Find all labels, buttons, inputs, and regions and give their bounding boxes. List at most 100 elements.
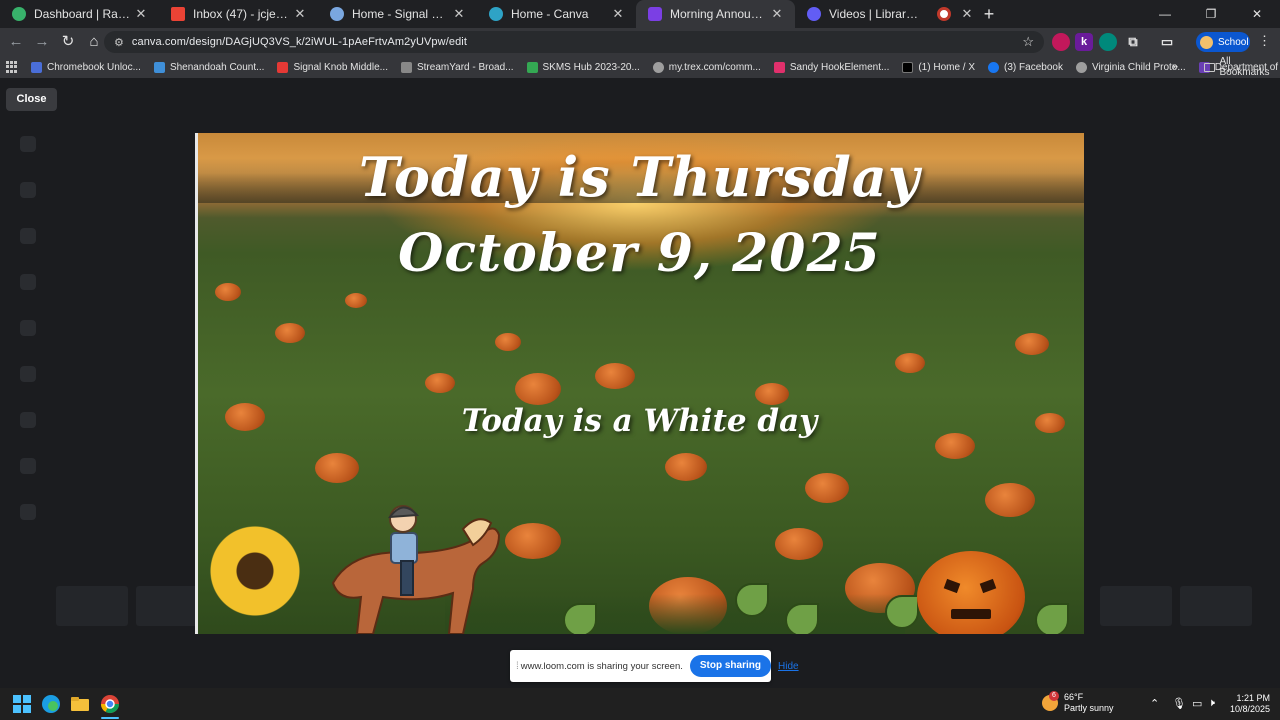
close-window-button[interactable]: ✕	[1234, 0, 1280, 28]
maximize-button[interactable]: ❐	[1188, 0, 1234, 28]
weather-temperature: 66°F	[1064, 692, 1084, 702]
bookmark-item[interactable]: SKMS Hub 2023-20...	[526, 61, 640, 73]
bookmark-item[interactable]: (3) Facebook	[988, 61, 1063, 73]
profile-button[interactable]: School	[1196, 32, 1250, 52]
windows-taskbar: 6 66°F Partly sunny ⌃ 🎙︎ ▭ 🕨︎ 1:21 PM 10…	[0, 688, 1280, 720]
close-tab-icon[interactable]: ✕	[769, 6, 785, 22]
edge-icon[interactable]	[41, 694, 61, 714]
bookmark-item[interactable]: Virginia Child Prote...	[1075, 61, 1186, 73]
bookmark-label: StreamYard - Broad...	[416, 61, 514, 73]
network-icon[interactable]: ▭	[1192, 697, 1202, 710]
horse-rider-illustration	[331, 505, 501, 634]
extension-icon[interactable]	[1052, 33, 1070, 51]
tab-loom[interactable]: Videos | Library | Loom	[795, 0, 931, 28]
tab-signal-knob[interactable]: Home - Signal Knob Middle ✕	[318, 0, 477, 28]
leaf	[1035, 603, 1069, 634]
facebook-icon	[988, 61, 1000, 73]
apps-grid-icon[interactable]	[6, 61, 17, 73]
pumpkin	[425, 373, 455, 393]
bookmark-icon	[400, 61, 412, 73]
avatar	[1200, 35, 1213, 49]
slide-title-day: Today is Thursday	[358, 145, 921, 209]
bookmark-label: Chromebook Unloc...	[47, 61, 141, 73]
bookmark-item[interactable]: my.trex.com/comm...	[652, 61, 761, 73]
globe-icon	[1075, 61, 1087, 73]
youtube-icon	[277, 61, 289, 73]
more-bookmarks-chevron-icon[interactable]: »	[1172, 61, 1178, 73]
tray-chevron-up-icon[interactable]: ⌃	[1150, 697, 1159, 710]
kebab-menu-icon[interactable]: ⋮	[1258, 33, 1271, 49]
tab-title: Home - Canva	[511, 7, 589, 21]
puzzle-icon[interactable]: ⧉	[1124, 33, 1142, 51]
bookmark-item[interactable]: (1) Home / X	[902, 61, 975, 73]
cast-icon[interactable]: ▭	[1158, 33, 1176, 51]
site-info-icon[interactable]: ⚙	[114, 36, 124, 49]
tab-canva-home[interactable]: Home - Canva ✕	[477, 0, 636, 28]
bookmark-icon	[526, 61, 538, 73]
microphone-icon[interactable]: 🎙︎	[1172, 697, 1186, 710]
tab-morning-announcements[interactable]: Morning Announcement Slides ✕	[636, 0, 795, 28]
tab-rapididentity[interactable]: Dashboard | RapidIdentity ✕	[0, 0, 159, 28]
extension-icon[interactable]	[1099, 33, 1117, 51]
forward-icon[interactable]: →	[30, 30, 54, 54]
bookmark-label: SKMS Hub 2023-20...	[542, 61, 640, 73]
dimmed-page-thumbnail	[1100, 586, 1172, 626]
vine-border	[445, 594, 905, 634]
windows-start-icon[interactable]	[12, 694, 32, 714]
new-tab-button[interactable]: +	[975, 0, 1003, 28]
close-tab-icon[interactable]: ✕	[133, 6, 149, 22]
bookmark-icon	[31, 61, 42, 73]
tab-title: Morning Announcement Slides	[670, 7, 769, 21]
stop-sharing-button[interactable]: Stop sharing	[689, 655, 771, 677]
volume-icon[interactable]: 🕨︎	[1208, 697, 1215, 710]
tab-gmail[interactable]: Inbox (47) - jcjenkins@shenand... ✕	[159, 0, 318, 28]
globe-icon	[652, 61, 664, 73]
bookmark-item[interactable]: Signal Knob Middle...	[277, 61, 388, 73]
pumpkin	[515, 373, 561, 405]
bookmark-item[interactable]: Sandy HookElement...	[773, 61, 890, 73]
pumpkin	[805, 473, 849, 503]
back-icon[interactable]: ←	[4, 30, 28, 54]
clock-date: 10/8/2025	[1229, 704, 1270, 714]
browser-toolbar: ← → ↻ ⌂ ⚙ canva.com/design/DAGjUQ3VS_k/2…	[0, 28, 1280, 56]
pumpkin	[275, 323, 305, 343]
tab-recording[interactable]: ✕	[931, 0, 975, 28]
leaf	[735, 583, 769, 617]
url-text[interactable]: canva.com/design/DAGjUQ3VS_k/2iWUL-1pAeF…	[132, 36, 467, 48]
close-tab-icon[interactable]: ✕	[610, 6, 626, 22]
leaf	[885, 595, 919, 629]
loom-icon	[807, 7, 821, 21]
file-explorer-icon[interactable]	[70, 694, 90, 714]
bookmark-item[interactable]: Chromebook Unloc...	[31, 61, 141, 73]
drag-handle-icon[interactable]: ⁞	[516, 661, 519, 672]
weather-widget[interactable]: 6 66°F Partly sunny	[1042, 691, 1114, 714]
minimize-button[interactable]: —	[1142, 0, 1188, 28]
home-icon[interactable]: ⌂	[82, 30, 106, 54]
pumpkin	[505, 523, 561, 559]
bookmarks-bar: Chromebook Unloc... Shenandoah Count... …	[0, 56, 1280, 78]
address-bar[interactable]: ⚙ canva.com/design/DAGjUQ3VS_k/2iWUL-1pA…	[104, 31, 1044, 53]
all-bookmarks-button[interactable]: All Bookmarks	[1204, 56, 1280, 78]
pumpkin	[215, 283, 241, 301]
kami-extension-icon[interactable]: k	[1075, 33, 1093, 51]
record-icon	[937, 7, 951, 21]
gmail-icon	[171, 7, 185, 21]
active-app-indicator	[101, 717, 119, 719]
bookmark-label: Sandy HookElement...	[789, 61, 890, 73]
weather-description: Partly sunny	[1064, 703, 1114, 713]
close-tab-icon[interactable]: ✕	[959, 6, 975, 22]
bookmark-item[interactable]: StreamYard - Broad...	[400, 61, 514, 73]
close-presenter-button[interactable]: Close	[6, 88, 57, 111]
chrome-icon[interactable]	[100, 694, 120, 714]
slide-subtitle-schedule: Today is a White day	[461, 403, 818, 439]
system-clock[interactable]: 1:21 PM 10/8/2025	[1226, 693, 1270, 715]
hide-link[interactable]: Hide	[778, 661, 799, 672]
sunflower	[209, 525, 301, 617]
clock-time: 1:21 PM	[1236, 693, 1270, 703]
bookmark-item[interactable]: Shenandoah Count...	[153, 61, 264, 73]
close-tab-icon[interactable]: ✕	[451, 6, 467, 22]
bookmark-label: my.trex.com/comm...	[668, 61, 761, 73]
close-tab-icon[interactable]: ✕	[292, 6, 308, 22]
bookmark-star-icon[interactable]: ☆	[1022, 34, 1034, 50]
reload-icon[interactable]: ↻	[56, 30, 80, 54]
